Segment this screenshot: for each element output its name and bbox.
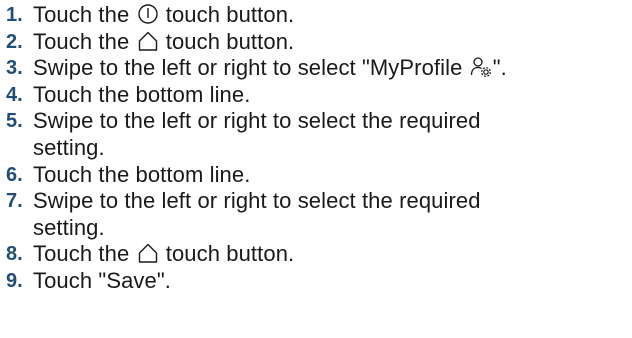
step-2: 2. Touch the touch button. xyxy=(6,29,626,56)
step-text: Swipe to the left or right to select the… xyxy=(33,188,481,240)
step-number: 7. xyxy=(6,190,23,213)
instruction-steps: 1. Touch the touch button. 2. Touch the … xyxy=(6,2,626,295)
step-text: Touch "Save". xyxy=(33,267,171,293)
step-number: 2. xyxy=(6,30,23,53)
step-text: Swipe to the left or right to select the… xyxy=(33,108,481,160)
step-8: 8. Touch the touch button. xyxy=(6,241,626,268)
power-icon xyxy=(137,3,159,25)
step-3: 3. Swipe to the left or right to select … xyxy=(6,55,626,82)
step-text: Touch the bottom line. xyxy=(33,81,251,107)
step-number: 5. xyxy=(6,110,23,133)
step-number: 1. xyxy=(6,4,23,26)
step-number: 4. xyxy=(6,83,23,106)
step-text: Touch the bottom line. xyxy=(33,161,251,187)
step-7: 7. Swipe to the left or right to select … xyxy=(6,188,626,241)
step-text: Touch the touch button. xyxy=(33,241,295,267)
step-9: 9. Touch "Save". xyxy=(6,268,626,295)
step-1: 1. Touch the touch button. xyxy=(6,2,626,29)
home-icon xyxy=(137,30,159,52)
step-number: 9. xyxy=(6,269,23,292)
step-number: 6. xyxy=(6,163,23,186)
step-4: 4. Touch the bottom line. xyxy=(6,82,626,109)
myprofile-settings-icon xyxy=(470,56,492,78)
step-5: 5. Swipe to the left or right to select … xyxy=(6,108,626,161)
step-number: 3. xyxy=(6,57,23,80)
step-text: Touch the touch button. xyxy=(33,28,295,54)
step-number: 8. xyxy=(6,243,23,266)
step-text: Touch the touch button. xyxy=(33,2,295,27)
step-6: 6. Touch the bottom line. xyxy=(6,162,626,189)
home-icon xyxy=(137,242,159,264)
step-text: Swipe to the left or right to select "My… xyxy=(33,55,507,81)
